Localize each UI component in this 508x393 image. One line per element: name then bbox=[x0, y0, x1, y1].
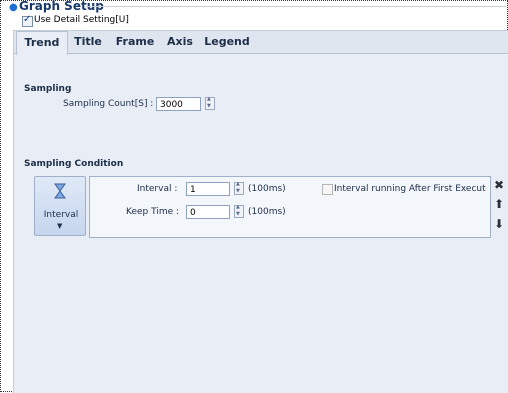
interval-running-checkbox[interactable] bbox=[322, 184, 333, 195]
arrow-down-icon[interactable]: ⬇ bbox=[494, 218, 504, 230]
sampling-count-spinner[interactable] bbox=[205, 96, 215, 110]
interval-running-label[interactable]: Interval running After First Execute bbox=[334, 184, 486, 194]
hourglass-icon bbox=[54, 183, 66, 199]
sampling-count-label: Sampling Count[S] : bbox=[63, 99, 154, 109]
tab-bar: Trend Title Frame Axis Legend bbox=[14, 31, 508, 55]
chevron-down-icon: ▼ bbox=[57, 222, 63, 230]
keep-time-label: Keep Time : bbox=[126, 207, 180, 217]
interval-dropdown-button[interactable]: Interval ▼ bbox=[34, 176, 86, 236]
interval-spinner[interactable] bbox=[234, 181, 244, 195]
sampling-count-input[interactable]: 3000 bbox=[156, 97, 201, 111]
sampling-condition-title: Sampling Condition bbox=[24, 159, 124, 169]
title-divider bbox=[86, 6, 506, 7]
interval-button-label: Interval bbox=[43, 210, 79, 220]
use-detail-setting-checkbox[interactable] bbox=[22, 14, 33, 27]
keep-time-unit: (100ms) bbox=[248, 207, 286, 217]
keep-time-spinner[interactable] bbox=[234, 204, 244, 218]
tab-frame[interactable]: Frame bbox=[111, 31, 159, 53]
close-icon[interactable]: ✖ bbox=[494, 179, 504, 191]
use-detail-setting-label[interactable]: Use Detail Setting[U] bbox=[34, 15, 129, 25]
bullet-icon: ● bbox=[9, 2, 18, 13]
tab-title[interactable]: Title bbox=[70, 31, 106, 53]
tab-axis[interactable]: Axis bbox=[164, 31, 196, 53]
interval-input[interactable]: 1 bbox=[186, 182, 230, 196]
interval-unit: (100ms) bbox=[248, 184, 286, 194]
sampling-section-title: Sampling bbox=[24, 84, 72, 94]
interval-label: Interval : bbox=[137, 184, 178, 194]
keep-time-input[interactable]: 0 bbox=[186, 205, 230, 219]
arrow-up-icon[interactable]: ⬆ bbox=[494, 198, 504, 210]
tab-trend[interactable]: Trend bbox=[16, 31, 68, 55]
tab-legend[interactable]: Legend bbox=[202, 31, 252, 53]
